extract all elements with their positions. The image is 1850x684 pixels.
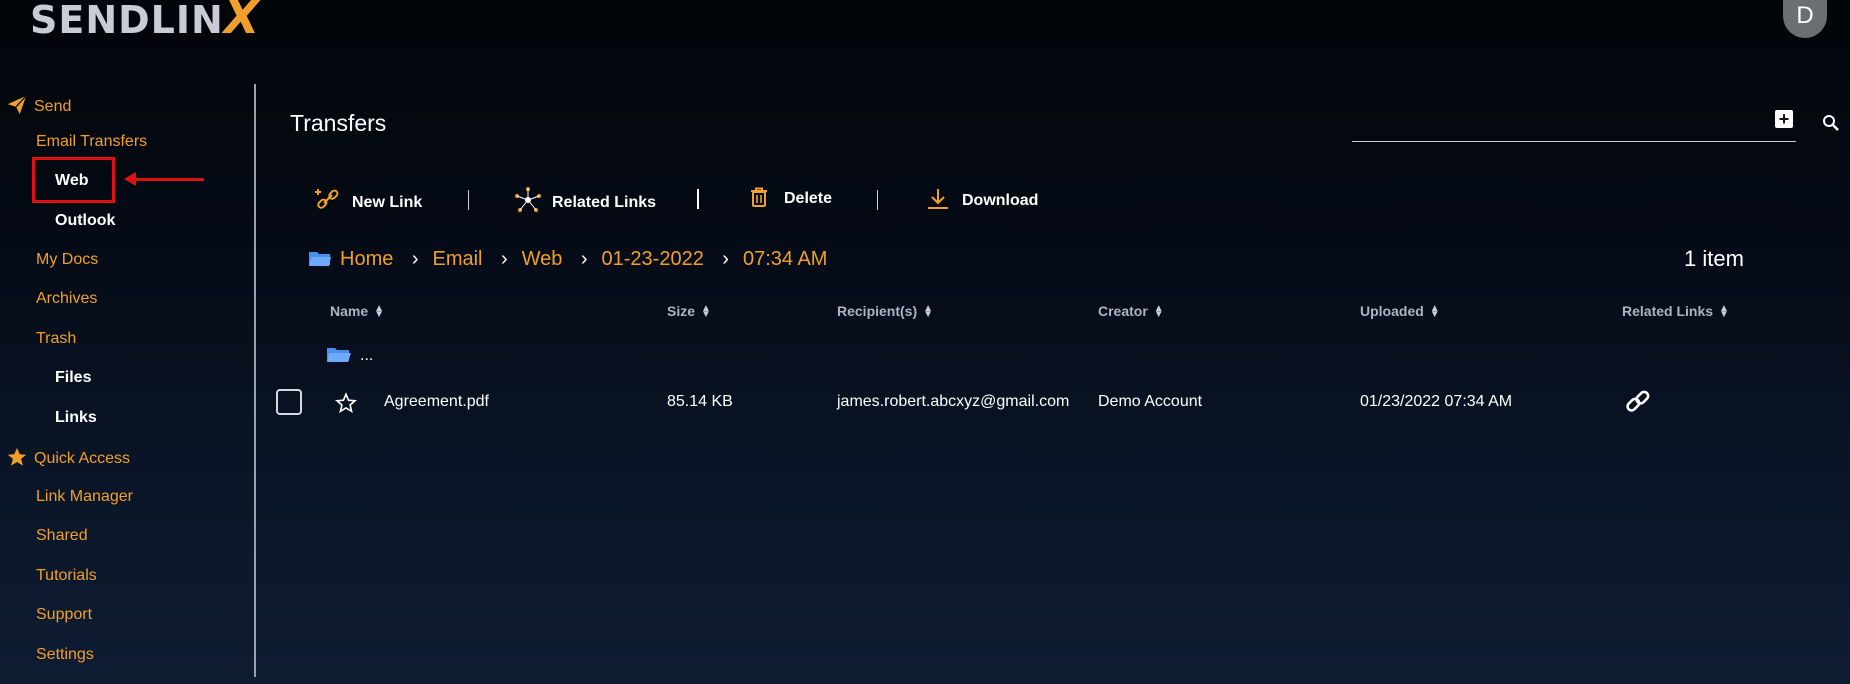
sidebar-item-support[interactable]: Support <box>36 606 92 624</box>
toolbar-separator <box>877 190 878 210</box>
file-size: 85.14 KB <box>667 393 733 410</box>
column-header-name[interactable]: Name ▲ ▼ <box>330 303 385 321</box>
column-label: Creator <box>1098 303 1148 319</box>
network-icon <box>515 187 541 212</box>
sidebar-item-send[interactable]: Send <box>6 94 71 116</box>
page-title: Transfers <box>290 110 387 136</box>
breadcrumb-email[interactable]: Email <box>432 248 482 270</box>
link-add-icon <box>315 189 339 209</box>
download-label: Download <box>962 192 1039 209</box>
folder-open-icon <box>327 348 351 362</box>
column-label: Recipient(s) <box>837 303 918 319</box>
breadcrumb-home[interactable]: Home <box>340 248 393 270</box>
sort-icon: ▲ ▼ <box>923 303 934 321</box>
sidebar-label: Send <box>34 98 72 115</box>
sidebar-item-quick-access[interactable]: Quick Access <box>6 446 130 468</box>
link-icon[interactable] <box>1624 388 1652 416</box>
download-icon <box>928 189 948 209</box>
related-links-label: Related Links <box>552 194 657 211</box>
sidebar-item-shared[interactable]: Shared <box>36 527 88 545</box>
related-links-button[interactable]: Related Links <box>514 187 656 213</box>
breadcrumb-date[interactable]: 01-23-2022 <box>602 248 704 270</box>
file-name[interactable]: Agreement.pdf <box>384 393 489 411</box>
sidebar-item-files[interactable]: Files <box>55 369 91 387</box>
search-icon[interactable] <box>1822 114 1840 132</box>
sidebar-item-links[interactable]: Links <box>55 409 97 427</box>
sidebar-item-archives[interactable]: Archives <box>36 290 97 308</box>
parent-folder-label: ... <box>360 347 374 364</box>
breadcrumb: Home › Email › Web › 01-23-2022 › 07:34 AM <box>308 248 827 271</box>
paper-plane-icon <box>7 95 27 115</box>
column-header-related-links[interactable]: Related Links ▲ ▼ <box>1622 303 1729 321</box>
star-icon <box>7 447 27 466</box>
breadcrumb-time[interactable]: 07:34 AM <box>743 248 828 270</box>
column-header-recipients[interactable]: Recipient(s) ▲ ▼ <box>837 303 934 321</box>
star-outline-icon[interactable] <box>335 392 357 414</box>
file-recipients: james.robert.abcxyz@gmail.com <box>837 393 1070 410</box>
sidebar-item-tutorials[interactable]: Tutorials <box>36 567 97 585</box>
breadcrumb-web[interactable]: Web <box>522 248 563 270</box>
column-label: Uploaded <box>1360 303 1424 319</box>
new-link-button[interactable]: New Link <box>314 187 422 213</box>
chevron-right-icon: › <box>500 248 508 270</box>
sort-icon: ▲ ▼ <box>374 303 385 321</box>
chevron-right-icon: › <box>411 248 419 270</box>
sort-icon: ▲ ▼ <box>1719 303 1729 321</box>
sort-icon: ▲ ▼ <box>701 303 711 321</box>
annotation-arrow <box>132 178 204 181</box>
sort-icon: ▲ ▼ <box>1429 303 1440 321</box>
toolbar-separator <box>468 190 469 210</box>
app-logo[interactable]: SENDLINX <box>30 0 260 40</box>
folder-open-icon <box>309 252 331 266</box>
sidebar-item-settings[interactable]: Settings <box>36 646 94 664</box>
download-button[interactable]: Download <box>926 187 1038 211</box>
chevron-right-icon: › <box>580 248 588 270</box>
column-header-uploaded[interactable]: Uploaded ▲ ▼ <box>1360 303 1440 321</box>
sort-icon: ▲ ▼ <box>1153 303 1164 321</box>
delete-button[interactable]: Delete <box>750 187 832 208</box>
file-creator: Demo Account <box>1098 393 1203 410</box>
logo-x: X <box>223 0 261 44</box>
column-label: Name <box>330 303 369 319</box>
delete-label: Delete <box>784 190 833 207</box>
parent-folder-row[interactable]: ... <box>326 345 373 365</box>
file-uploaded: 01/23/2022 07:34 AM <box>1360 393 1513 410</box>
sidebar-item-email-transfers[interactable]: Email Transfers <box>36 133 147 151</box>
column-label: Size <box>667 303 696 319</box>
logo-text: SENDLIN <box>30 0 224 42</box>
sidebar-divider <box>254 84 256 677</box>
sidebar-label: Quick Access <box>34 450 131 467</box>
sidebar-item-trash[interactable]: Trash <box>36 330 76 348</box>
sidebar-item-outlook[interactable]: Outlook <box>55 212 115 230</box>
highlight-box <box>32 157 115 203</box>
toolbar-separator <box>697 189 699 209</box>
sidebar-item-my-docs[interactable]: My Docs <box>36 251 98 269</box>
chevron-right-icon: › <box>722 248 729 270</box>
column-header-size[interactable]: Size ▲ ▼ <box>667 303 711 321</box>
search-input[interactable] <box>1352 141 1796 142</box>
sidebar-item-link-manager[interactable]: Link Manager <box>36 488 133 506</box>
row-checkbox[interactable] <box>276 389 302 415</box>
avatar[interactable]: D <box>1783 0 1827 38</box>
item-count: 1 item <box>1684 246 1744 271</box>
trash-icon <box>751 187 767 207</box>
add-icon[interactable]: + <box>1775 110 1793 128</box>
column-label: Related Links <box>1622 303 1714 319</box>
new-link-label: New Link <box>352 194 423 211</box>
column-header-creator[interactable]: Creator ▲ ▼ <box>1098 303 1164 321</box>
